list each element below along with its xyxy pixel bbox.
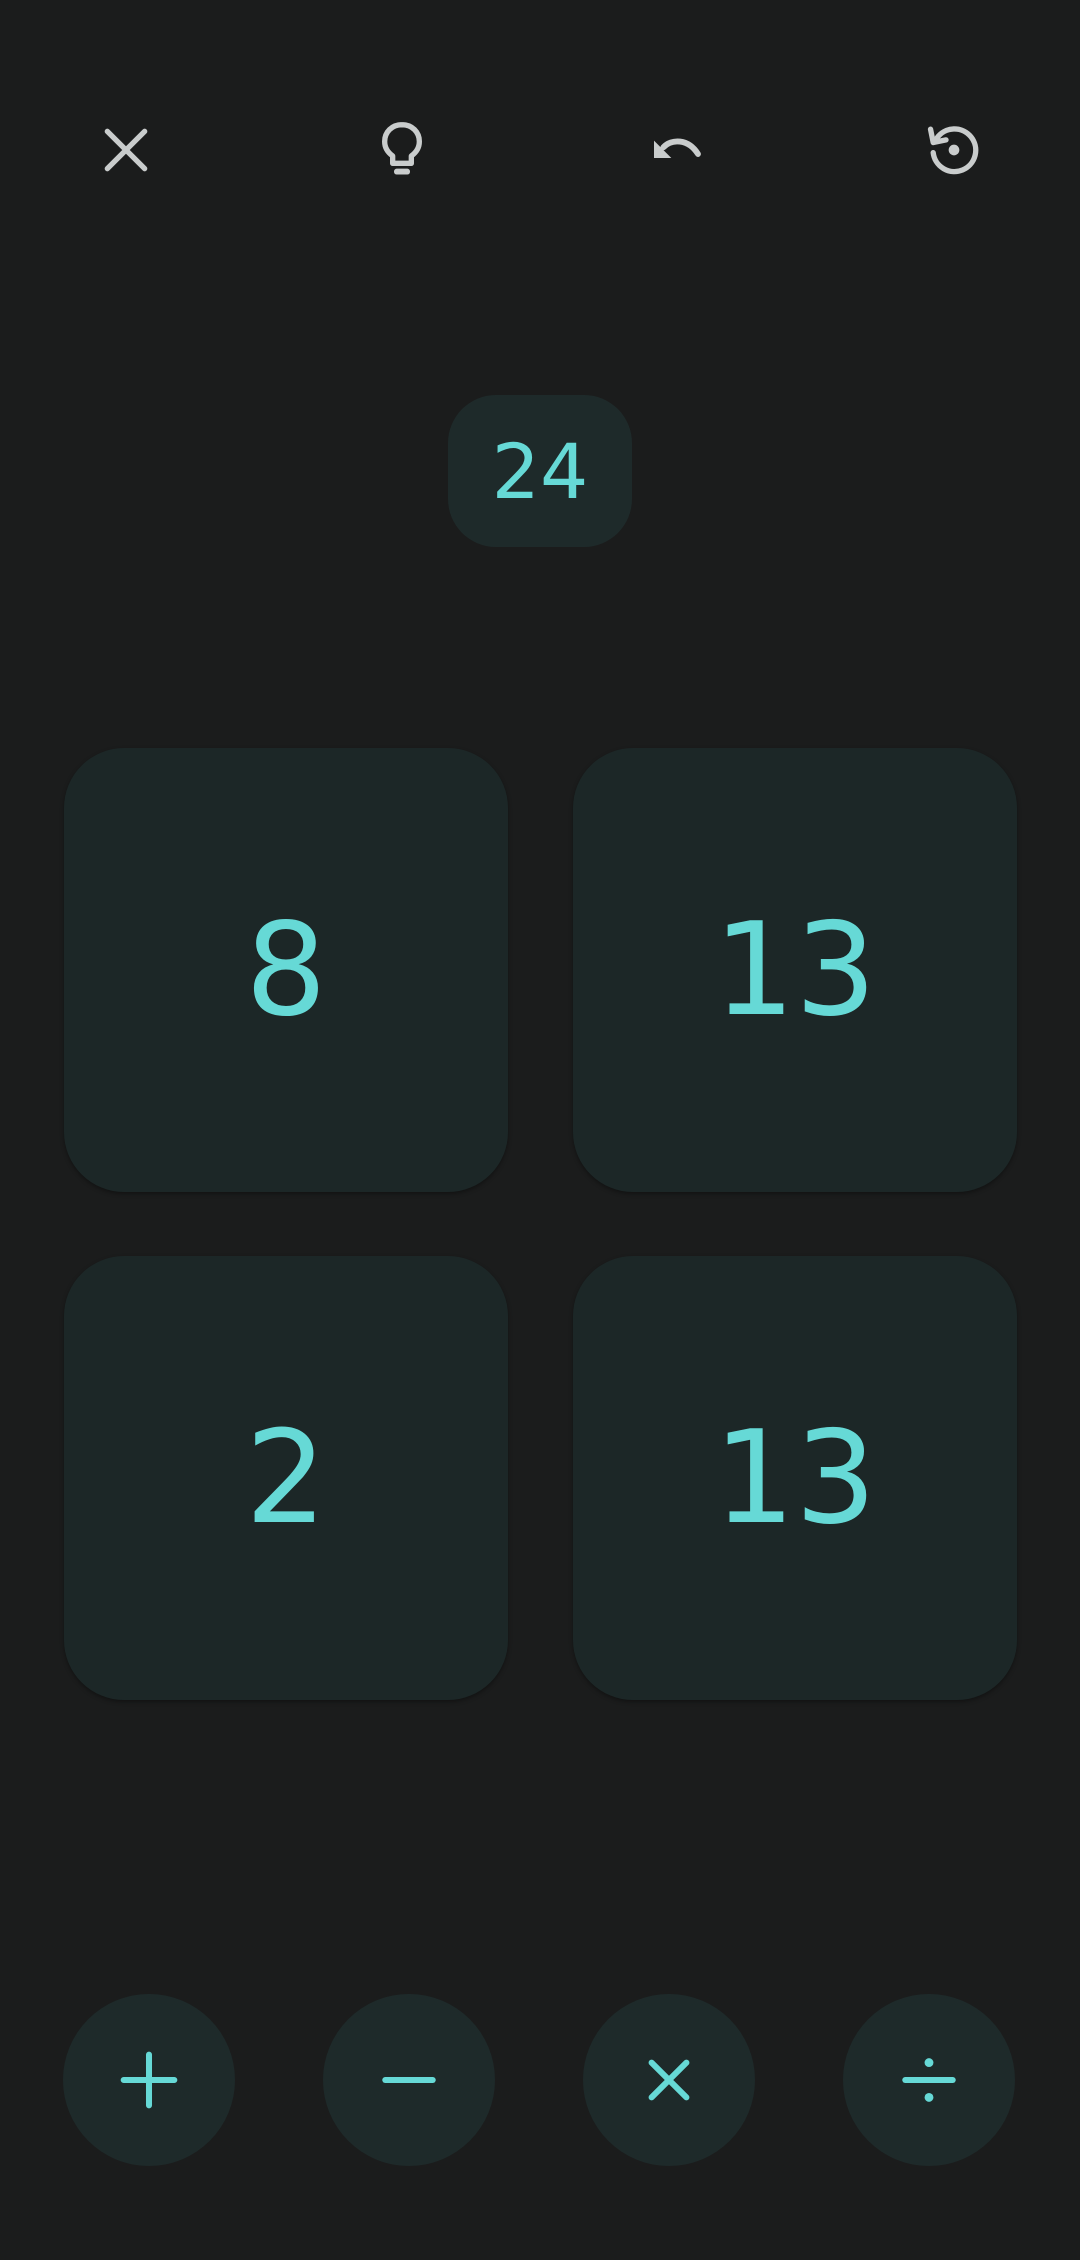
target-number: 24 xyxy=(448,395,632,547)
card-value: 13 xyxy=(713,1403,877,1553)
card-value: 13 xyxy=(713,895,877,1045)
restart-button[interactable] xyxy=(894,90,1014,210)
divide-icon xyxy=(902,2058,956,2102)
subtract-button[interactable] xyxy=(323,1994,495,2166)
add-button[interactable] xyxy=(63,1994,235,2166)
plus-icon xyxy=(120,2051,178,2109)
hint-button[interactable] xyxy=(342,90,462,210)
multiply-button[interactable] xyxy=(583,1994,755,2166)
card-value: 2 xyxy=(245,1403,327,1553)
close-button[interactable] xyxy=(66,90,186,210)
number-card[interactable]: 13 xyxy=(573,1256,1017,1700)
restart-icon xyxy=(927,126,979,175)
undo-button[interactable] xyxy=(618,90,738,210)
undo-icon xyxy=(654,138,701,158)
minus-icon xyxy=(382,2076,436,2084)
multiply-icon xyxy=(648,2059,690,2101)
number-card[interactable]: 13 xyxy=(573,748,1017,1192)
divide-button[interactable] xyxy=(843,1994,1015,2166)
close-icon xyxy=(104,128,148,172)
number-card[interactable]: 8 xyxy=(64,748,508,1192)
card-value: 8 xyxy=(245,895,327,1045)
number-card[interactable]: 2 xyxy=(64,1256,508,1700)
top-toolbar xyxy=(0,0,1080,300)
lightbulb-icon xyxy=(382,122,422,175)
